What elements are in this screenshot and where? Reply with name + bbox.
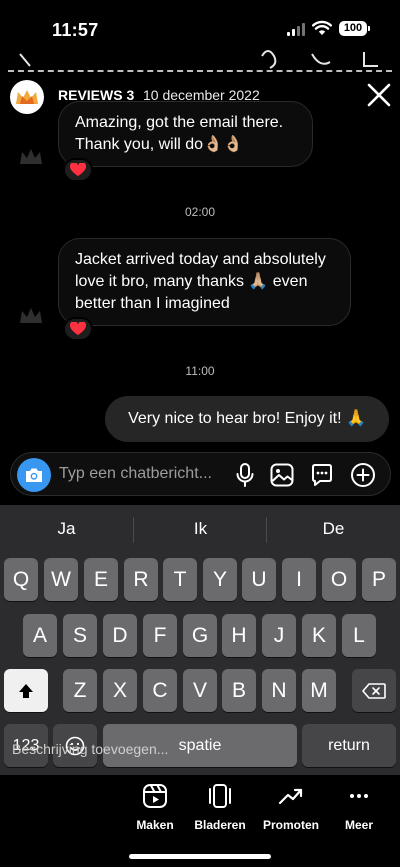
trending-up-icon <box>278 788 303 805</box>
key-d[interactable]: D <box>103 614 137 657</box>
keyboard-suggestions: Ja Ik De <box>0 505 400 555</box>
sticker-icon[interactable] <box>309 462 335 488</box>
story-bottom-bar: Maken Bladeren Promoten Meer <box>0 776 400 867</box>
bottom-action-meer[interactable]: Meer <box>324 782 394 832</box>
reels-icon <box>143 784 167 808</box>
key-r[interactable]: R <box>124 558 158 601</box>
key-y[interactable]: Y <box>203 558 237 601</box>
message-bubble-incoming[interactable]: Jacket arrived today and absolutely love… <box>58 238 351 326</box>
key-j[interactable]: J <box>262 614 296 657</box>
home-indicator[interactable] <box>129 854 271 859</box>
message-bubble-incoming[interactable]: Amazing, got the email there. Thank you,… <box>58 101 313 167</box>
bottom-action-maken[interactable]: Maken <box>120 782 190 832</box>
key-u[interactable]: U <box>242 558 276 601</box>
key-h[interactable]: H <box>222 614 256 657</box>
key-g[interactable]: G <box>183 614 217 657</box>
key-b[interactable]: B <box>222 669 256 712</box>
camera-icon <box>26 468 42 482</box>
key-z[interactable]: Z <box>63 669 97 712</box>
message-composer <box>10 452 391 496</box>
key-c[interactable]: C <box>143 669 177 712</box>
crown-logo-icon <box>16 90 38 104</box>
key-v[interactable]: V <box>183 669 217 712</box>
key-f[interactable]: F <box>143 614 177 657</box>
message-bubble-outgoing[interactable]: Very nice to hear bro! Enjoy it! 🙏 <box>105 396 389 442</box>
key-l[interactable]: L <box>342 614 376 657</box>
key-a[interactable]: A <box>23 614 57 657</box>
camera-button[interactable] <box>17 458 51 492</box>
key-o[interactable]: O <box>322 558 356 601</box>
suggestion-item[interactable]: Ja <box>0 519 133 539</box>
signal-icon <box>287 23 306 36</box>
battery-cap <box>368 26 370 31</box>
battery-icon: 100 <box>339 21 367 36</box>
key-x[interactable]: X <box>103 669 137 712</box>
key-k[interactable]: K <box>302 614 336 657</box>
bottom-action-promoten[interactable]: Promoten <box>256 782 326 832</box>
wifi-icon <box>312 20 332 35</box>
keyboard: Ja Ik De Q W E R T Y U I O P A S D F G H… <box>0 505 400 775</box>
story-avatar[interactable] <box>10 80 44 114</box>
key-s[interactable]: S <box>63 614 97 657</box>
suggestion-item[interactable]: De <box>267 519 400 539</box>
bottom-action-label: Promoten <box>262 818 319 832</box>
key-q[interactable]: Q <box>4 558 38 601</box>
heart-reaction-icon[interactable] <box>63 317 93 341</box>
return-key[interactable]: return <box>302 724 396 767</box>
more-icon <box>350 794 368 798</box>
bottom-action-bladeren[interactable]: Bladeren <box>185 782 255 832</box>
key-t[interactable]: T <box>163 558 197 601</box>
ghost-avatar <box>18 146 44 166</box>
message-timestamp: 02:00 <box>184 205 216 219</box>
key-w[interactable]: W <box>44 558 78 601</box>
bottom-action-label: Maken <box>136 818 174 832</box>
microphone-icon[interactable] <box>232 462 258 488</box>
suggestion-item[interactable]: Ik <box>134 519 267 539</box>
backspace-key[interactable] <box>352 669 396 712</box>
key-i[interactable]: I <box>282 558 316 601</box>
gallery-icon[interactable] <box>269 462 295 488</box>
story-progress-bar <box>8 70 392 72</box>
status-time: 11:57 <box>52 20 99 40</box>
key-p[interactable]: P <box>362 558 396 601</box>
key-e[interactable]: E <box>84 558 118 601</box>
ghost-avatar <box>18 305 44 325</box>
bottom-action-label: Bladeren <box>194 818 246 832</box>
key-n[interactable]: N <box>262 669 296 712</box>
shift-arrow-icon <box>19 683 33 698</box>
add-icon[interactable] <box>350 462 376 488</box>
key-m[interactable]: M <box>302 669 336 712</box>
close-icon[interactable] <box>366 82 392 108</box>
message-input[interactable] <box>59 461 229 487</box>
backspace-icon <box>362 682 386 699</box>
caption-hint-text: Beschrijving toevoegen... <box>12 741 169 757</box>
carousel-icon <box>209 784 231 808</box>
shift-key[interactable] <box>4 669 48 712</box>
heart-reaction-icon[interactable] <box>63 158 93 182</box>
bottom-action-label: Meer <box>344 818 373 832</box>
message-timestamp: 11:00 <box>185 364 215 378</box>
